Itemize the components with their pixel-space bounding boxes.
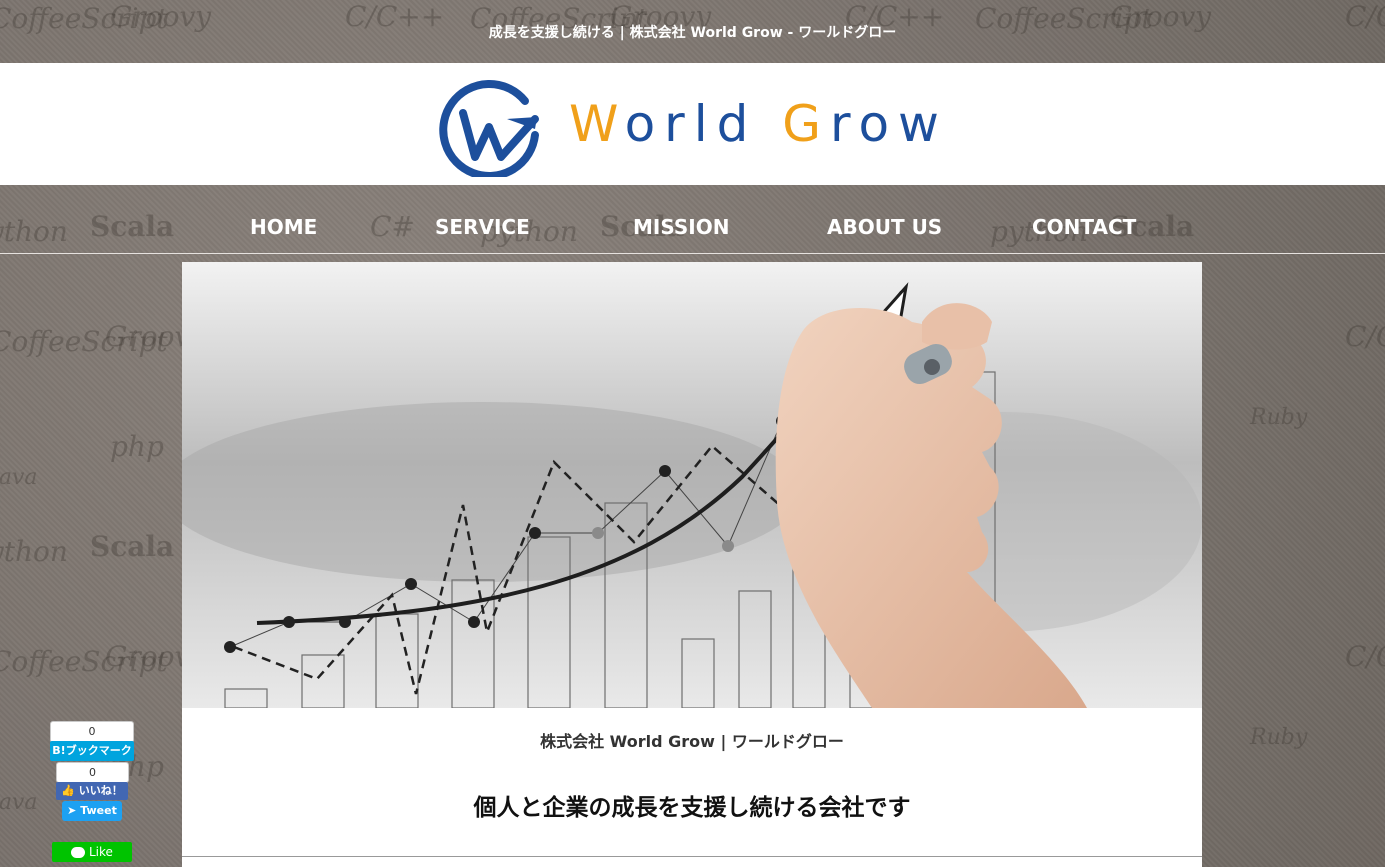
- bg-java-text: Java: [0, 465, 38, 490]
- bg-scala-text-4: Scala: [90, 530, 175, 563]
- nav-item-home[interactable]: HOME: [250, 215, 317, 239]
- bg-java-text-2: Java: [0, 790, 38, 815]
- bg-ruby-text-2: Ruby: [1250, 725, 1308, 750]
- site-tagline: 成長を支援し続ける | 株式会社 World Grow - ワールドグロー: [488, 24, 897, 41]
- bg-coffeescript-text-4: CoffeeScript: [0, 325, 168, 358]
- bg-php-text: php: [110, 430, 164, 463]
- thumbs-up-icon: 👍: [61, 784, 75, 797]
- main-nav: HOME SERVICE MISSION ABOUT US CONTACT: [0, 185, 1385, 254]
- facebook-like-label: いいね！: [78, 784, 123, 797]
- bg-coffeescript-text-5: CoffeeScript: [0, 645, 168, 678]
- bg-cpp-text-5: C/C++: [1345, 640, 1385, 673]
- bg-cpp-text-4: C/C++: [1345, 320, 1385, 353]
- nav-item-mission[interactable]: MISSION: [633, 215, 729, 239]
- tweet-button[interactable]: ➤ Tweet: [62, 801, 122, 821]
- site-logo-link[interactable]: World Grow: [437, 71, 948, 177]
- bg-ruby-text: Ruby: [1250, 405, 1308, 430]
- logo-wordmark: World Grow: [569, 95, 948, 153]
- page-headline: 個人と企業の成長を支援し続ける会社です: [473, 795, 911, 821]
- logo-letter-w: W: [569, 95, 625, 153]
- twitter-bird-icon: ➤: [67, 804, 77, 817]
- nav-item-contact[interactable]: CONTACT: [1032, 215, 1136, 239]
- main-content: 株式会社 World Grow | ワールドグロー 個人と企業の成長を支援し続け…: [182, 708, 1202, 867]
- nav-item-service[interactable]: SERVICE: [435, 215, 530, 239]
- logo-bar: World Grow: [0, 63, 1385, 185]
- hero-growth-chart-illustration: [182, 262, 1202, 708]
- nav-item-about-us[interactable]: ABOUT US: [827, 215, 942, 239]
- tweet-label: Tweet: [80, 804, 117, 817]
- hatena-bookmark-button[interactable]: B!ブックマーク: [50, 741, 134, 761]
- line-icon: [71, 847, 86, 858]
- facebook-like-count: 0: [56, 762, 129, 783]
- facebook-like-button[interactable]: 👍 いいね！: [56, 782, 128, 800]
- logo-word-orld: orld: [624, 95, 783, 153]
- bg-python-text-4: python: [0, 535, 68, 568]
- logo-word-row: row: [829, 95, 948, 153]
- hero-image: [182, 262, 1202, 708]
- hatena-bookmark-count: 0: [50, 721, 134, 743]
- line-like-button[interactable]: Like: [52, 842, 132, 862]
- logo-letter-g: G: [782, 95, 830, 153]
- company-name: 株式会社 World Grow | ワールドグロー: [540, 732, 844, 751]
- world-grow-logo-icon: [439, 80, 540, 177]
- line-like-label: Like: [88, 845, 113, 859]
- divider: [182, 856, 1202, 857]
